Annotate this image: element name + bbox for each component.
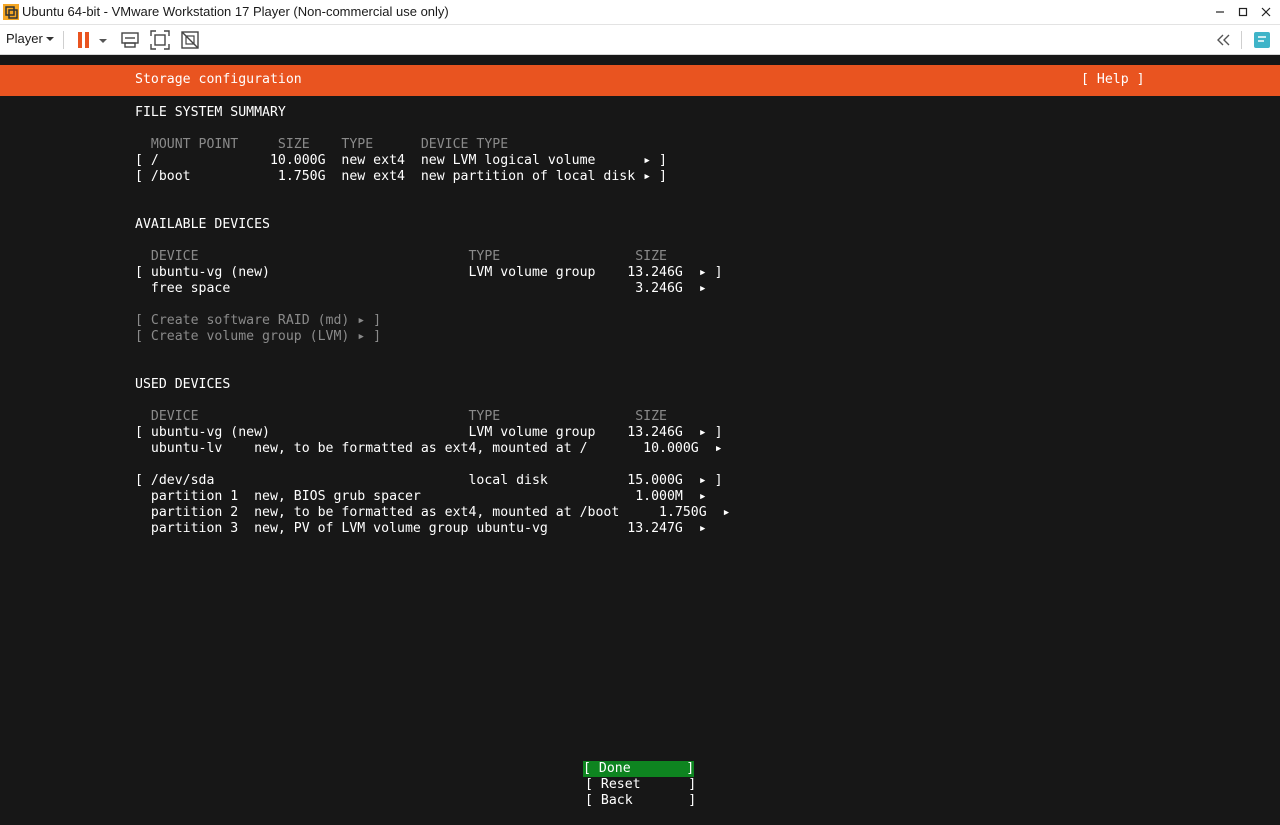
unity-icon[interactable] <box>179 29 201 51</box>
create-raid-button: [ Create software RAID (md) ▸ ] <box>135 313 382 328</box>
player-menu[interactable]: Player <box>6 31 43 46</box>
collapse-icon[interactable] <box>1213 29 1235 51</box>
chevron-down-icon[interactable] <box>46 37 54 41</box>
maximize-icon[interactable] <box>1231 0 1255 24</box>
page-title: Storage configuration <box>135 72 302 87</box>
available-device-row[interactable]: [ ubuntu-vg (new) LVM volume group 13.24… <box>135 265 723 281</box>
back-button[interactable]: [ Back ] <box>585 793 696 809</box>
section-title-used-devices: USED DEVICES <box>135 377 231 392</box>
message-icon[interactable] <box>1251 29 1273 51</box>
used-column-headers: DEVICE TYPE SIZE <box>135 409 667 424</box>
pause-icon[interactable] <box>73 29 95 51</box>
used-device-row[interactable]: partition 2 new, to be formatted as ext4… <box>135 505 731 521</box>
available-column-headers: DEVICE TYPE SIZE <box>135 249 667 264</box>
player-toolbar: Player <box>0 25 1280 55</box>
reset-button[interactable]: [ Reset ] <box>585 777 696 793</box>
create-volume-group-button: [ Create volume group (LVM) ▸ ] <box>135 329 382 344</box>
available-device-row[interactable]: free space 3.246G ▸ <box>135 281 707 297</box>
window-title: Ubuntu 64-bit - VMware Workstation 17 Pl… <box>22 4 449 19</box>
fs-summary-column-headers: MOUNT POINT SIZE TYPE DEVICE TYPE <box>135 137 509 152</box>
window-titlebar: Ubuntu 64-bit - VMware Workstation 17 Pl… <box>0 0 1280 25</box>
fs-summary-row[interactable]: [ / 10.000G new ext4 new LVM logical vol… <box>135 153 667 169</box>
used-device-row[interactable]: partition 1 new, BIOS grub spacer 1.000M… <box>135 489 707 505</box>
close-icon[interactable] <box>1254 0 1278 24</box>
section-title-available-devices: AVAILABLE DEVICES <box>135 217 270 232</box>
fs-summary-row[interactable]: [ /boot 1.750G new ext4 new partition of… <box>135 169 667 185</box>
chevron-down-icon[interactable] <box>96 29 110 51</box>
toolbar-divider <box>1241 31 1242 49</box>
send-ctrl-alt-del-icon[interactable] <box>119 29 141 51</box>
used-device-row[interactable]: ubuntu-lv new, to be formatted as ext4, … <box>135 441 723 457</box>
section-title-fs-summary: FILE SYSTEM SUMMARY <box>135 105 286 120</box>
minimize-icon[interactable] <box>1208 0 1232 24</box>
used-device-row[interactable]: [ ubuntu-vg (new) LVM volume group 13.24… <box>135 425 723 441</box>
installer-header: Storage configuration [ Help ] <box>0 65 1280 96</box>
toolbar-divider <box>63 31 64 49</box>
fullscreen-icon[interactable] <box>149 29 171 51</box>
used-device-row[interactable]: [ /dev/sda local disk 15.000G ▸ ] <box>135 473 723 489</box>
done-button[interactable]: [ Done ] <box>583 761 695 777</box>
used-device-row[interactable]: partition 3 new, PV of LVM volume group … <box>135 521 707 537</box>
vmware-app-icon <box>3 4 19 20</box>
guest-screen[interactable]: Storage configuration [ Help ] FILE SYST… <box>0 55 1280 825</box>
help-button[interactable]: [ Help ] <box>1081 72 1145 87</box>
